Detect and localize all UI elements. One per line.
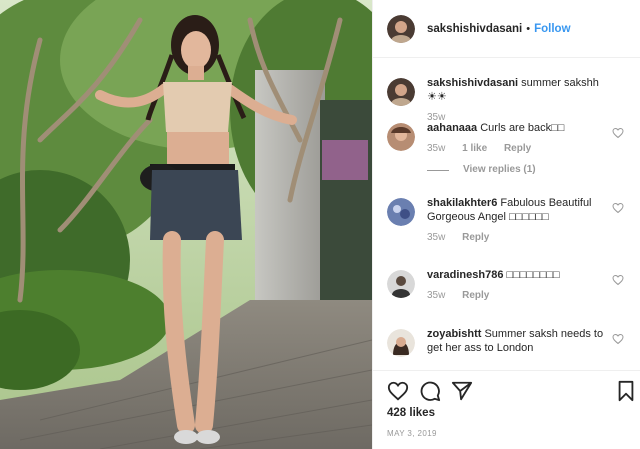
comment-list: sakshishivdasani summer sakshh☀☀ 35w aah… xyxy=(373,66,640,366)
like-count[interactable]: 428 likes xyxy=(387,407,435,419)
avatar[interactable] xyxy=(387,329,415,357)
action-bar xyxy=(373,370,640,411)
avatar[interactable] xyxy=(387,14,415,43)
separator-dot: • xyxy=(526,22,531,35)
avatar[interactable] xyxy=(387,270,415,298)
post-username[interactable]: sakshishivdasani xyxy=(427,23,522,35)
heart-icon[interactable] xyxy=(387,380,409,402)
heart-icon[interactable] xyxy=(612,333,624,345)
post-panel: sakshishivdasani • Follow sakshishivdasa… xyxy=(372,0,640,449)
caption: sakshishivdasani summer sakshh☀☀ 35w xyxy=(387,76,628,125)
comment-time[interactable]: 35w xyxy=(427,232,445,243)
post-photo-image xyxy=(0,0,372,449)
reply-button[interactable]: Reply xyxy=(504,143,531,154)
view-replies-label: View replies (1) xyxy=(463,164,536,175)
avatar[interactable] xyxy=(387,198,415,226)
list-item: aahanaaa Curls are back□□ 35w 1 like Rep… xyxy=(387,121,628,177)
avatar[interactable] xyxy=(387,123,415,151)
heart-icon[interactable] xyxy=(612,274,624,286)
share-icon[interactable] xyxy=(451,380,473,402)
bookmark-icon[interactable] xyxy=(615,380,637,402)
post-date[interactable]: MAY 3, 2019 xyxy=(387,429,437,438)
avatar[interactable] xyxy=(387,78,415,106)
reply-button[interactable]: Reply xyxy=(462,290,489,301)
comment-username[interactable]: aahanaaa xyxy=(427,122,477,134)
heart-icon[interactable] xyxy=(612,127,624,139)
view-replies-button[interactable]: View replies (1) xyxy=(427,163,606,177)
post-photo[interactable] xyxy=(0,0,372,449)
comment-time[interactable]: 35w xyxy=(427,290,445,301)
comment-username[interactable]: varadinesh786 xyxy=(427,269,503,281)
comment-text: □□□□□□□□ xyxy=(506,269,560,281)
list-item: varadinesh786 □□□□□□□□ 35w Reply xyxy=(387,268,628,303)
view-replies-line xyxy=(427,169,449,171)
post-header: sakshishivdasani • Follow xyxy=(373,0,640,58)
comment-icon[interactable] xyxy=(419,380,441,402)
follow-button[interactable]: Follow xyxy=(534,23,570,35)
comment-username[interactable]: sakshishivdasani xyxy=(427,77,518,89)
list-item: zoyabishtt Summer saksh needs to get her… xyxy=(387,327,628,357)
comment-time[interactable]: 35w xyxy=(427,143,445,154)
heart-icon[interactable] xyxy=(612,202,624,214)
comment-text: Curls are back□□ xyxy=(480,122,565,134)
list-item: shakilakhter6 Fabulous Beautiful Gorgeou… xyxy=(387,196,628,245)
comment-username[interactable]: zoyabishtt xyxy=(427,328,481,340)
comment-username[interactable]: shakilakhter6 xyxy=(427,197,497,209)
comment-likes[interactable]: 1 like xyxy=(462,143,487,154)
reply-button[interactable]: Reply xyxy=(462,232,489,243)
